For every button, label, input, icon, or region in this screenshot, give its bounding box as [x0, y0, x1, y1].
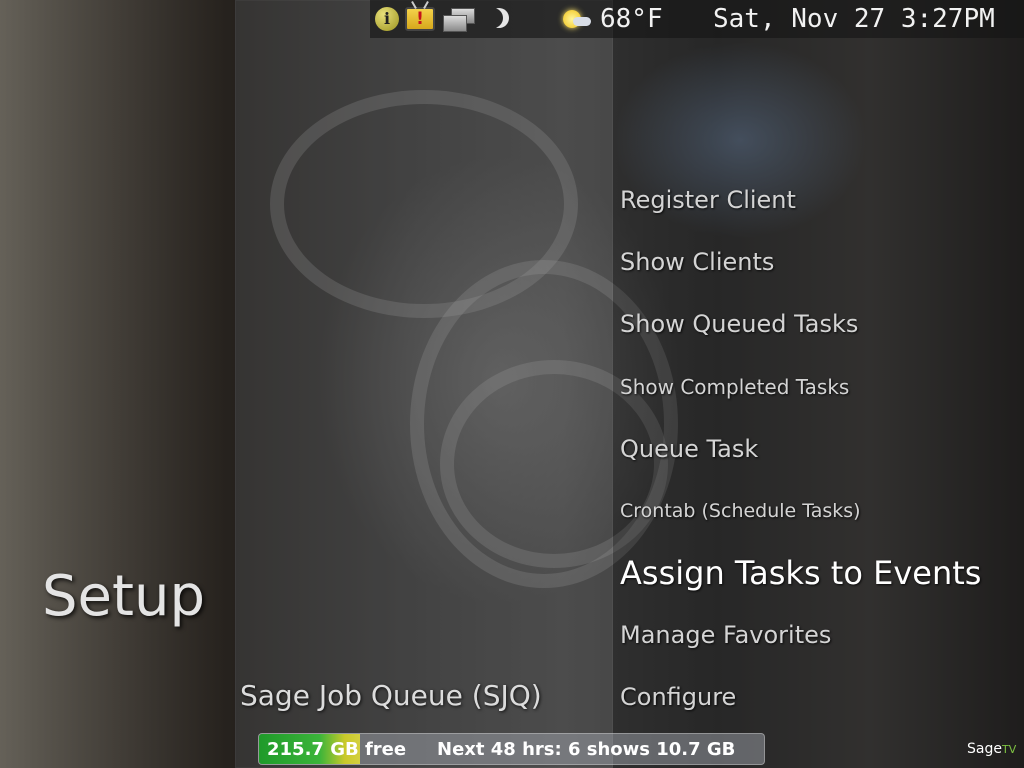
menu-item-show-clients[interactable]: Show Clients	[620, 248, 774, 276]
left-panel	[0, 0, 235, 768]
menu-item-crontab[interactable]: Crontab (Schedule Tasks)	[620, 500, 861, 522]
moon-icon[interactable]	[481, 6, 503, 32]
tv-alert-icon[interactable]: !	[405, 7, 435, 31]
status-icons: i !	[375, 4, 593, 34]
menu-item-assign-tasks-to-events[interactable]: Assign Tasks to Events	[620, 554, 981, 592]
menu-item-manage-favorites[interactable]: Manage Favorites	[620, 621, 831, 649]
temperature: 68°F	[600, 4, 663, 34]
menu-item-configure[interactable]: Configure	[620, 683, 736, 711]
partly-sunny-icon	[557, 6, 593, 32]
clock: Sat, Nov 27 3:27PM	[713, 4, 995, 34]
menu-item-show-completed-tasks[interactable]: Show Completed Tasks	[620, 375, 849, 399]
menu-item-register-client[interactable]: Register Client	[620, 186, 796, 214]
sagetv-logo: SageTV	[967, 738, 1016, 761]
next-shows-text: Next 48 hrs: 6 shows 10.7 GB	[437, 739, 736, 760]
logo-text: Sage	[967, 741, 1002, 757]
logo-suffix: TV	[1001, 743, 1017, 756]
menu-item-show-queued-tasks[interactable]: Show Queued Tasks	[620, 310, 858, 338]
disk-space-bar: 215.7 GB free Next 48 hrs: 6 shows 10.7 …	[258, 733, 765, 765]
info-icon[interactable]: i	[375, 7, 399, 31]
info-panel	[235, 0, 613, 768]
menu-item-queue-task[interactable]: Queue Task	[620, 435, 758, 463]
plugin-title: Sage Job Queue (SJQ)	[240, 679, 542, 712]
windows-icon[interactable]	[441, 6, 475, 32]
section-title: Setup	[42, 564, 205, 629]
disk-free-text: 215.7 GB free	[267, 739, 407, 760]
